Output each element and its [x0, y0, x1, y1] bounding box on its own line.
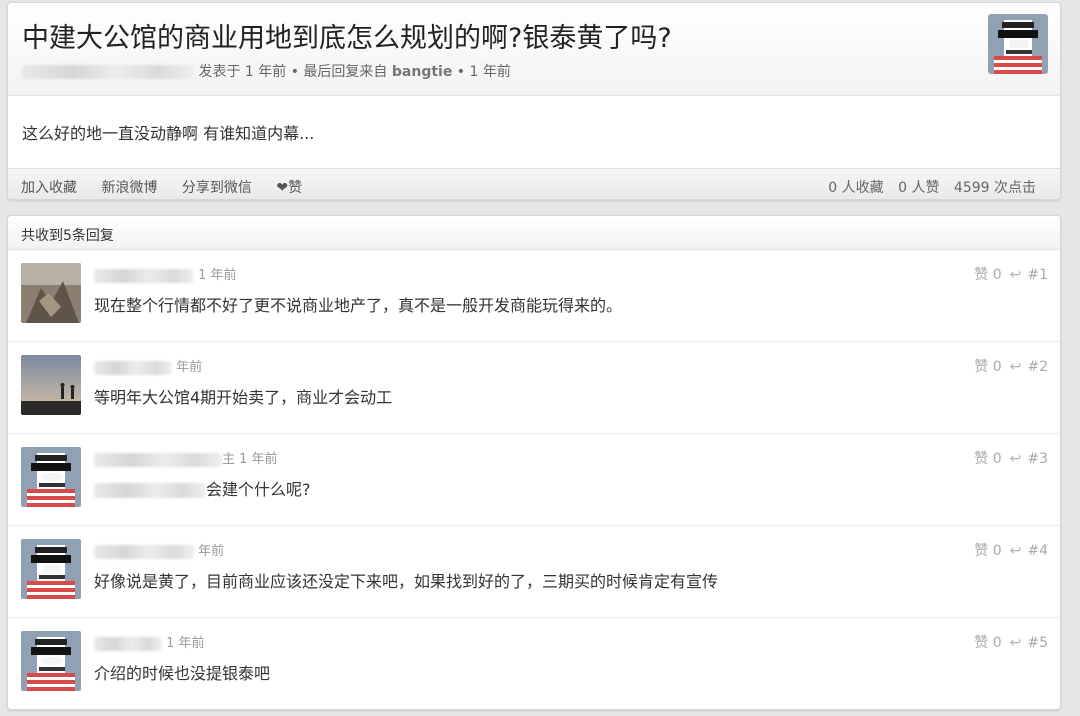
topic-card: 中建大公馆的商业用地到底怎么规划的啊?银泰黄了吗? 发表于 1 年前 • 最后回… [7, 2, 1061, 200]
reply-avatar[interactable] [21, 631, 81, 691]
reply-avatar[interactable] [21, 355, 81, 415]
reply-arrow-icon[interactable]: ↩ [1010, 267, 1022, 283]
reply-arrow-icon[interactable]: ↩ [1010, 635, 1022, 651]
reply-arrow-icon[interactable]: ↩ [1010, 451, 1022, 467]
reply-meta: 1 年前 [94, 632, 205, 651]
reply-username-blurred[interactable] [94, 268, 194, 283]
reply-arrow-icon[interactable]: ↩ [1010, 359, 1022, 375]
mention-blurred[interactable] [94, 483, 206, 498]
reply-item: 年前 好像说是黄了，目前商业应该还没定下来吧，如果找到好的了，三期买的时候肯定有… [8, 526, 1060, 618]
reply-time: 1 年前 [198, 268, 237, 283]
reply-avatar[interactable] [21, 539, 81, 599]
reply-text: 会建个什么呢? [206, 480, 311, 499]
like-link[interactable]: ❤赞 [276, 180, 302, 196]
floor-number[interactable]: #1 [1027, 267, 1048, 283]
like-count: 0 人赞 [898, 180, 940, 196]
last-reply-label: • 最后回复来自 [290, 64, 388, 80]
reply-actions: 赞 0 ↩ #5 [974, 632, 1048, 652]
reply-item: 1 年前 介绍的时候也没提银泰吧 赞 0 ↩ #5 [8, 618, 1060, 709]
reply-like-button[interactable]: 赞 0 [974, 543, 1001, 559]
reply-text: 等明年大公馆4期开始卖了，商业才会动工 [94, 388, 393, 407]
pixel-sunglasses-avatar-icon [21, 539, 81, 599]
owner-badge: 主 [222, 452, 236, 467]
add-favorite-link[interactable]: 加入收藏 [21, 180, 77, 196]
topic-footer: 加入收藏 新浪微博 分享到微信 ❤赞 0 人收藏 0 人赞 4599 次点击 [8, 168, 1060, 199]
pixel-sunglasses-avatar-icon [21, 631, 81, 691]
reply-text: 介绍的时候也没提银泰吧 [94, 664, 271, 683]
reply-like-button[interactable]: 赞 0 [974, 359, 1001, 375]
share-weibo-link[interactable]: 新浪微博 [101, 180, 157, 196]
reply-time: 年前 [176, 360, 203, 375]
floor-number[interactable]: #3 [1027, 451, 1048, 467]
reply-meta: 年前 [94, 540, 224, 559]
topic-header: 中建大公馆的商业用地到底怎么规划的啊?银泰黄了吗? 发表于 1 年前 • 最后回… [8, 3, 1060, 96]
floor-number[interactable]: #5 [1027, 635, 1048, 651]
author-name-blurred[interactable] [22, 65, 194, 79]
reply-avatar[interactable] [21, 263, 81, 323]
topic-meta: 发表于 1 年前 • 最后回复来自 bangtie • 1 年前 [22, 61, 511, 81]
reply-actions: 赞 0 ↩ #4 [974, 540, 1048, 560]
reply-username-blurred[interactable] [94, 636, 162, 651]
reply-item: 1 年前 现在整个行情都不好了更不说商业地产了，真不是一般开发商能玩得来的。 赞… [8, 250, 1060, 342]
sunset-runner-avatar-icon [21, 355, 81, 415]
replies-count: 共收到5条回复 [21, 228, 114, 244]
reply-username-blurred[interactable] [94, 452, 222, 467]
replies-header: 共收到5条回复 [8, 216, 1060, 250]
reply-item: 年前 等明年大公馆4期开始卖了，商业才会动工 赞 0 ↩ #2 [8, 342, 1060, 434]
reply-like-button[interactable]: 赞 0 [974, 267, 1001, 283]
posted-time: 发表于 1 年前 [198, 64, 287, 80]
reply-text-row: 会建个什么呢? [94, 476, 311, 500]
reply-time: 1 年前 [239, 452, 278, 467]
reply-time: 年前 [198, 544, 225, 559]
topic-body: 这么好的地一直没动静啊 有谁知道内幕... [22, 124, 315, 143]
reply-time: 1 年前 [166, 636, 205, 651]
floor-number[interactable]: #2 [1027, 359, 1048, 375]
reply-like-button[interactable]: 赞 0 [974, 451, 1001, 467]
reply-text: 好像说是黄了，目前商业应该还没定下来吧，如果找到好的了，三期买的时候肯定有宣传 [94, 572, 719, 591]
reply-actions: 赞 0 ↩ #3 [974, 448, 1048, 468]
pixel-sunglasses-avatar-icon [988, 14, 1048, 74]
reply-avatar[interactable] [21, 447, 81, 507]
floor-number[interactable]: #4 [1027, 543, 1048, 559]
share-wechat-link[interactable]: 分享到微信 [182, 180, 252, 196]
reply-text: 现在整个行情都不好了更不说商业地产了，真不是一般开发商能玩得来的。 [94, 296, 623, 315]
reply-actions: 赞 0 ↩ #2 [974, 356, 1048, 376]
reply-item: 主 1 年前 会建个什么呢? 赞 0 ↩ #3 [8, 434, 1060, 526]
favorite-count: 0 人收藏 [828, 180, 884, 196]
click-count: 4599 次点击 [953, 180, 1036, 196]
replies-card: 共收到5条回复 1 年前 现在整个行情都不好了更不说商业地产了，真不是一般开发商… [7, 215, 1061, 710]
reply-like-button[interactable]: 赞 0 [974, 635, 1001, 651]
pixel-sunglasses-avatar-icon [21, 447, 81, 507]
reply-meta: 主 1 年前 [94, 448, 278, 467]
author-avatar[interactable] [988, 14, 1048, 74]
reply-username-blurred[interactable] [94, 360, 172, 375]
last-reply-time: • 1 年前 [456, 64, 511, 80]
topic-title: 中建大公馆的商业用地到底怎么规划的啊?银泰黄了吗? [22, 23, 672, 54]
reply-actions: 赞 0 ↩ #1 [974, 264, 1048, 284]
reply-meta: 1 年前 [94, 264, 237, 283]
last-reply-user[interactable]: bangtie [392, 64, 452, 80]
reply-username-blurred[interactable] [94, 544, 194, 559]
reply-arrow-icon[interactable]: ↩ [1010, 543, 1022, 559]
reply-meta: 年前 [94, 356, 202, 375]
blurred-photo-avatar-icon [21, 263, 81, 323]
